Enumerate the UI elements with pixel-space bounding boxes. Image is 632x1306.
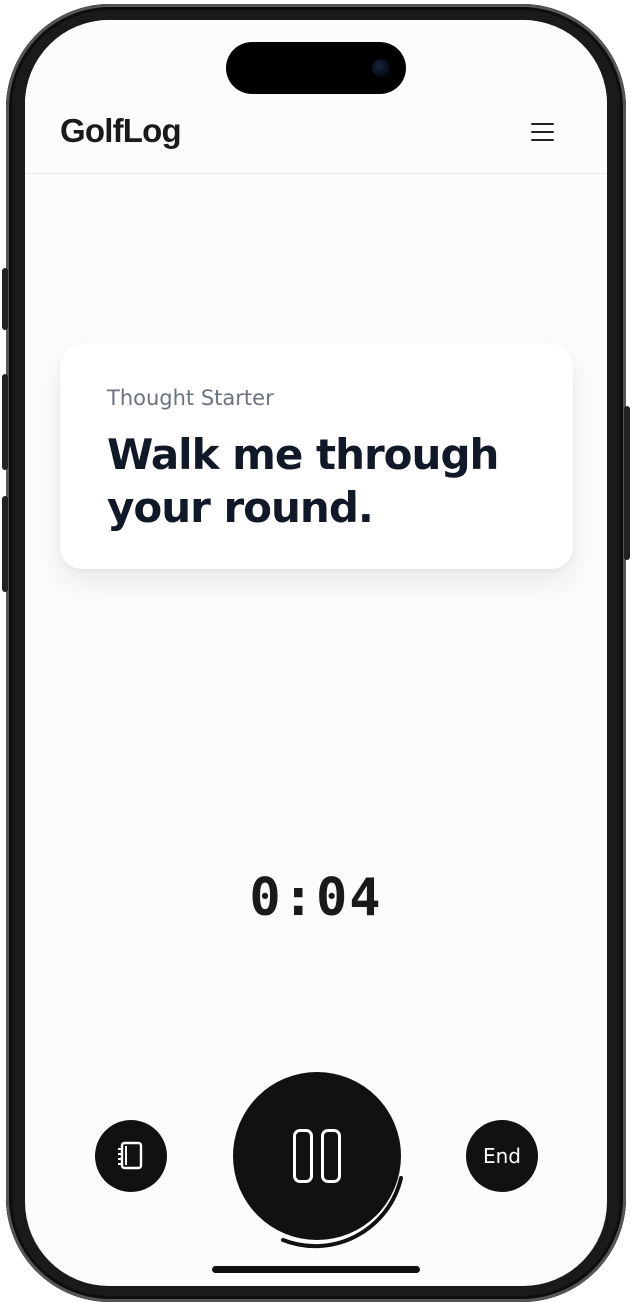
app-logo: GolfLog <box>60 112 182 149</box>
pause-button[interactable] <box>233 1072 401 1240</box>
home-indicator[interactable] <box>212 1266 420 1273</box>
end-button[interactable]: End <box>466 1120 538 1192</box>
power-button <box>624 406 630 560</box>
front-camera <box>372 59 390 77</box>
volume-down-button <box>2 496 8 592</box>
notebook-icon <box>118 1141 143 1170</box>
recording-timer: 0:04 <box>249 868 383 928</box>
action-button <box>2 268 8 330</box>
app-screen: GolfLog Thought Starter Walk me through … <box>25 20 607 1286</box>
card-label: Thought Starter <box>107 386 274 410</box>
volume-up-button <box>2 374 8 470</box>
notes-button[interactable] <box>95 1120 167 1192</box>
prompt-text: Walk me through your round. <box>107 430 499 532</box>
menu-button[interactable] <box>525 118 561 146</box>
thought-starter-card: Thought Starter Walk me through your rou… <box>60 344 573 569</box>
dynamic-island <box>226 42 406 94</box>
